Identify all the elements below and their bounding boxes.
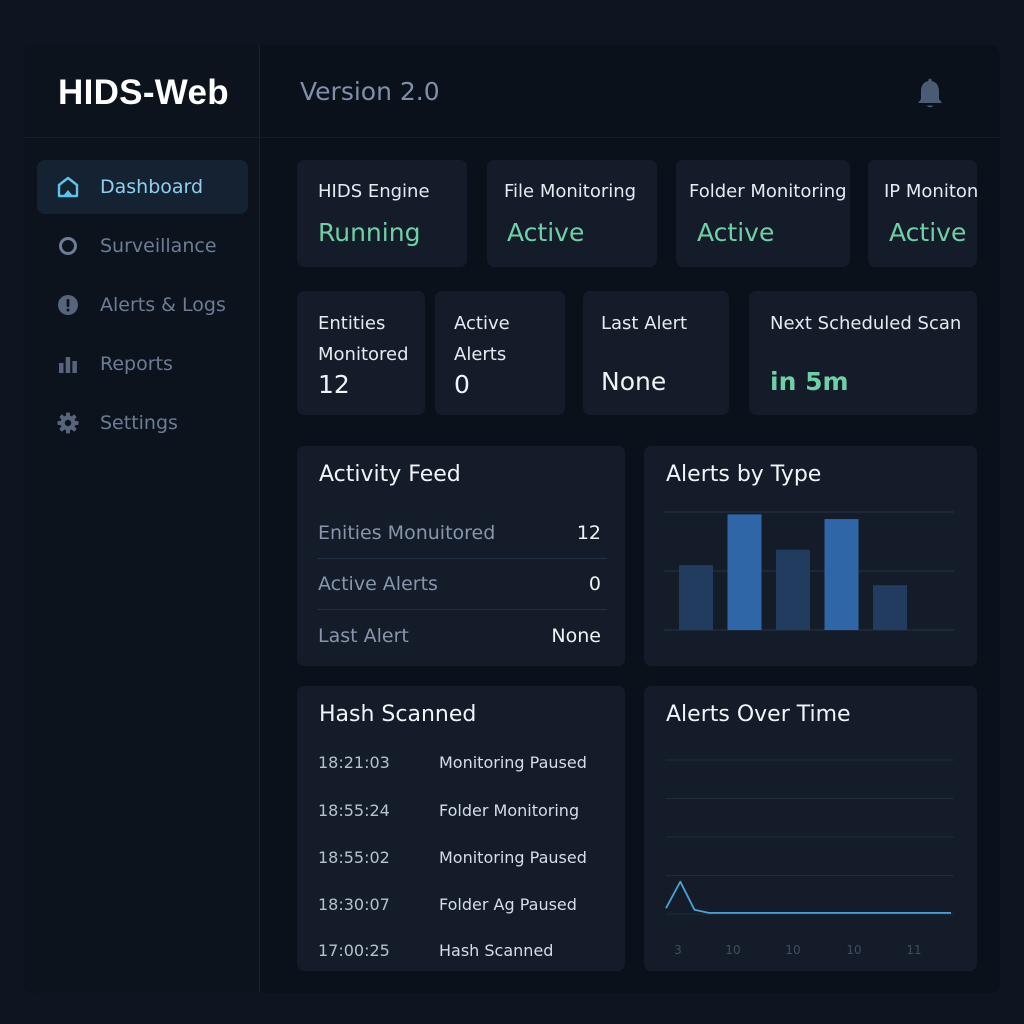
list-item: 17:00:25 Hash Scanned	[318, 941, 618, 965]
event-label: Monitoring Paused	[439, 753, 587, 772]
x-tick-label: 3	[674, 943, 682, 957]
event-label: Hash Scanned	[439, 941, 554, 960]
bar	[824, 519, 859, 630]
sidebar-item-dashboard[interactable]: Dashboard	[37, 160, 248, 214]
status-card-value: Active	[697, 218, 775, 247]
x-tick-label: 10	[846, 943, 861, 957]
sidebar: HIDS-Web Dashboard Surveillance Alerts &…	[24, 45, 260, 993]
metric-card-value: 12	[318, 370, 350, 399]
sidebar-item-label: Dashboard	[100, 176, 204, 198]
list-item: 18:55:24 Folder Monitoring	[318, 801, 618, 825]
status-card-value: Active	[507, 218, 585, 247]
activity-feed-panel: Activity Feed Enities Monuitored 12 Acti…	[297, 446, 625, 666]
timestamp: 18:55:24	[318, 801, 390, 820]
status-card-folder-monitoring: Folder Monitoring Active	[676, 160, 850, 267]
circle-icon	[57, 235, 79, 257]
sidebar-item-label: Alerts & Logs	[100, 294, 226, 316]
list-item: Enities Monuitored 12	[317, 507, 607, 559]
sidebar-item-settings[interactable]: Settings	[37, 396, 248, 450]
metric-card-label: Last Alert	[601, 313, 688, 334]
bar	[727, 514, 762, 630]
sidebar-item-label: Surveillance	[100, 235, 217, 257]
series-line	[665, 880, 951, 914]
list-item-value: 0	[588, 572, 601, 595]
timestamp: 18:30:07	[318, 895, 390, 914]
status-card-ip-monitoring: IP Moniton Active	[868, 160, 977, 267]
alerts-by-type-chart	[664, 511, 954, 631]
event-label: Folder Ag Paused	[439, 895, 577, 914]
x-tick-label: 11	[906, 943, 921, 957]
panel-title: Hash Scanned	[319, 702, 477, 727]
metric-card-last-alert: Last Alert None	[583, 291, 729, 415]
metric-card-value: None	[601, 367, 667, 396]
sidebar-item-label: Reports	[100, 353, 173, 375]
timestamp: 18:55:02	[318, 848, 390, 867]
metric-card-label: Entities Monitored	[318, 313, 409, 365]
status-card-file-monitoring: File Monitoring Active	[487, 160, 657, 267]
bar	[679, 565, 713, 630]
metric-card-value: 0	[454, 370, 470, 399]
metric-card-next-scan: Next Scheduled Scan in 5m	[749, 291, 977, 415]
list-item-value: 12	[576, 521, 601, 544]
brand-logo: HIDS-Web	[58, 73, 229, 112]
panel-title: Activity Feed	[319, 462, 461, 487]
list-item: 18:21:03 Monitoring Paused	[318, 753, 618, 777]
event-label: Monitoring Paused	[439, 848, 587, 867]
timestamp: 17:00:25	[318, 941, 390, 960]
sidebar-nav: Dashboard Surveillance Alerts & Logs Rep…	[37, 160, 248, 455]
list-item: Last Alert None	[317, 610, 607, 662]
alerts-over-time-chart: 3 10 10 10 11	[665, 759, 954, 957]
status-card-label: File Monitoring	[504, 181, 637, 202]
status-card-value: Running	[318, 218, 421, 247]
metric-card-label: Active Alerts	[454, 313, 510, 365]
version-label: Version 2.0	[300, 77, 440, 106]
home-icon	[57, 176, 79, 198]
status-card-label: Folder Monitoring	[689, 181, 847, 202]
sidebar-item-alerts-logs[interactable]: Alerts & Logs	[37, 278, 248, 332]
x-tick-label: 10	[725, 943, 740, 957]
alerts-by-type-panel: Alerts by Type	[644, 446, 977, 666]
gear-icon	[57, 412, 79, 434]
divider	[260, 137, 1000, 138]
status-card-hids-engine: HIDS Engine Running	[297, 160, 467, 267]
list-item-label: Active Alerts	[318, 572, 438, 595]
bell-icon[interactable]	[915, 78, 945, 112]
bar	[776, 549, 810, 630]
event-label: Folder Monitoring	[439, 801, 580, 820]
app-window: HIDS-Web Dashboard Surveillance Alerts &…	[24, 45, 1000, 993]
list-item-label: Enities Monuitored	[318, 521, 496, 544]
metric-card-active-alerts: Active Alerts 0	[435, 291, 565, 415]
bar	[873, 585, 907, 630]
hash-scanned-panel: Hash Scanned 18:21:03 Monitoring Paused …	[297, 686, 625, 971]
status-card-value: Active	[889, 218, 967, 247]
status-card-label: HIDS Engine	[318, 181, 430, 202]
list-item: 18:55:02 Monitoring Paused	[318, 848, 618, 872]
list-item: Active Alerts 0	[317, 558, 607, 610]
status-card-label: IP Moniton	[884, 181, 977, 202]
sidebar-item-surveillance[interactable]: Surveillance	[37, 219, 248, 273]
info-icon	[57, 294, 79, 316]
list-item-label: Last Alert	[318, 625, 409, 647]
metric-card-value: in 5m	[770, 367, 849, 396]
metric-card-label: Next Scheduled Scan	[770, 313, 962, 334]
list-item-value: None	[551, 625, 601, 647]
list-item: 18:30:07 Folder Ag Paused	[318, 895, 618, 919]
alerts-over-time-panel: Alerts Over Time 3 10 10 10 11	[644, 686, 977, 971]
sidebar-item-label: Settings	[100, 412, 178, 434]
timestamp: 18:21:03	[318, 753, 390, 772]
x-tick-label: 10	[785, 943, 800, 957]
metric-card-entities-monitored: Entities Monitored 12	[297, 291, 425, 415]
bar-chart-icon	[57, 353, 79, 375]
divider	[24, 137, 260, 138]
sidebar-item-reports[interactable]: Reports	[37, 337, 248, 391]
